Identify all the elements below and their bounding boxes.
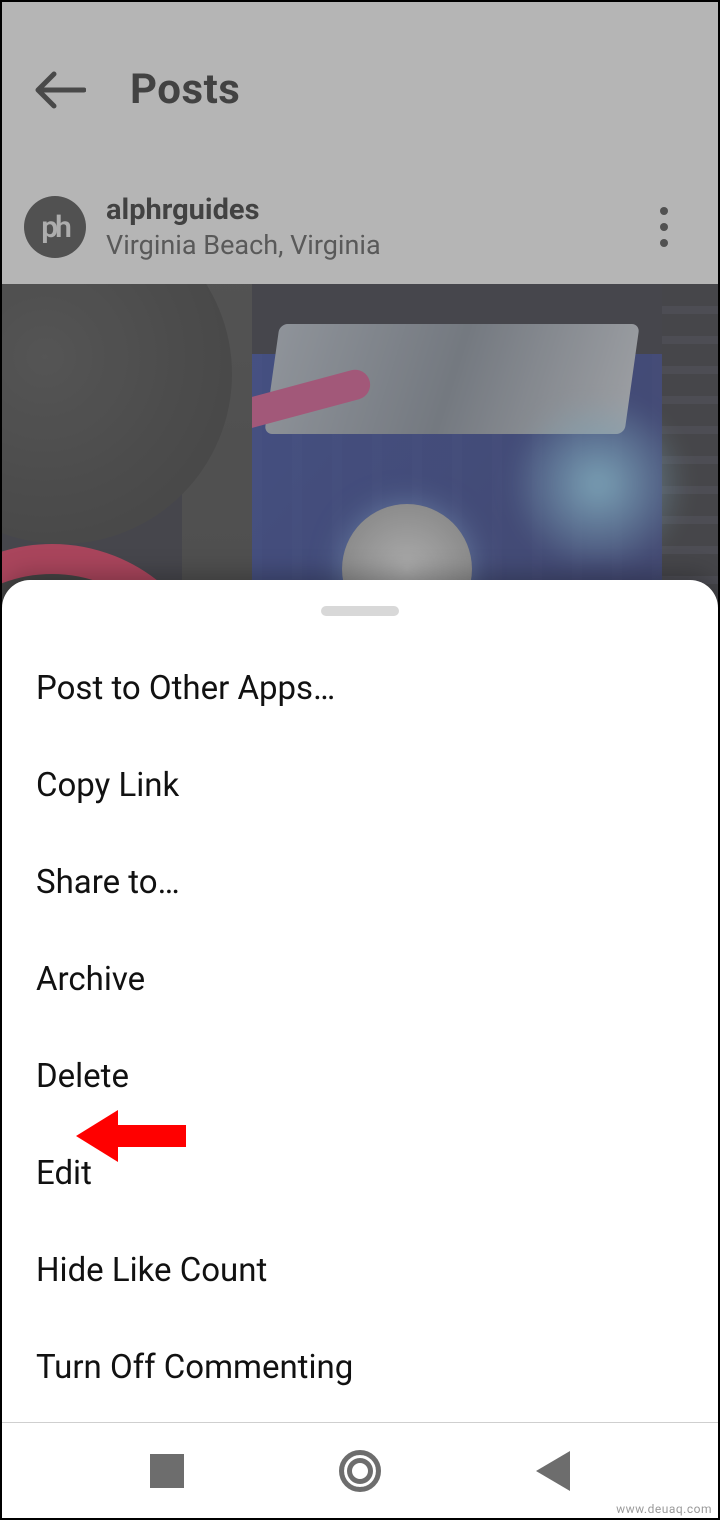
nav-back-button[interactable] (536, 1451, 570, 1491)
more-vertical-icon (660, 207, 668, 247)
option-share-to[interactable]: Share to… (2, 834, 718, 931)
back-button[interactable] (30, 60, 90, 120)
app-header: Posts (2, 2, 718, 177)
watermark: www.deuaq.com (616, 1502, 712, 1516)
username: alphrguides (106, 193, 381, 227)
avatar[interactable]: ph (24, 196, 86, 258)
post-location: Virginia Beach, Virginia (106, 229, 381, 261)
option-turn-off-commenting[interactable]: Turn Off Commenting (2, 1319, 718, 1416)
option-edit[interactable]: Edit (2, 1125, 718, 1222)
sheet-drag-handle[interactable] (321, 606, 399, 616)
option-archive[interactable]: Archive (2, 931, 718, 1028)
avatar-text: ph (41, 210, 69, 245)
user-meta[interactable]: alphrguides Virginia Beach, Virginia (106, 193, 381, 261)
nav-recents-button[interactable] (150, 1454, 184, 1488)
nav-home-button[interactable] (339, 1450, 381, 1492)
post-header: ph alphrguides Virginia Beach, Virginia (2, 177, 718, 281)
option-hide-like-count[interactable]: Hide Like Count (2, 1222, 718, 1319)
post-options-sheet: Post to Other Apps… Copy Link Share to… … (2, 580, 718, 1422)
option-copy-link[interactable]: Copy Link (2, 737, 718, 834)
option-post-to-other-apps[interactable]: Post to Other Apps… (2, 640, 718, 737)
page-title: Posts (130, 65, 240, 114)
system-nav-bar (2, 1422, 718, 1518)
arrow-left-icon (34, 70, 86, 110)
post-options-button[interactable] (640, 203, 688, 251)
option-delete[interactable]: Delete (2, 1028, 718, 1125)
